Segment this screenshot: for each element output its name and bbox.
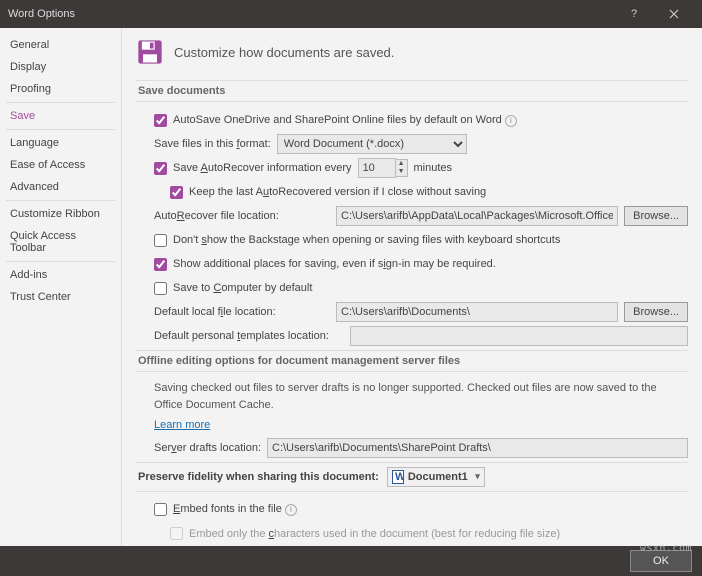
sidebar-item-proofing[interactable]: Proofing bbox=[0, 78, 121, 100]
save-format-label: Save files in this format: bbox=[154, 138, 271, 150]
learn-more-link[interactable]: Learn more bbox=[154, 419, 210, 431]
svg-text:W: W bbox=[395, 471, 404, 483]
default-templates-label: Default personal templates location: bbox=[154, 330, 344, 342]
page-header: Customize how documents are saved. bbox=[136, 38, 688, 66]
autosave-label: AutoSave OneDrive and SharePoint Online … bbox=[173, 114, 517, 127]
autorecover-location-input[interactable] bbox=[336, 206, 618, 226]
autosave-checkbox[interactable] bbox=[154, 114, 167, 127]
sidebar-separator bbox=[6, 102, 115, 103]
show-additional-checkbox[interactable] bbox=[154, 258, 167, 271]
sidebar-item-language[interactable]: Language bbox=[0, 132, 121, 154]
page-title: Customize how documents are saved. bbox=[174, 45, 394, 60]
sidebar-item-customize-ribbon[interactable]: Customize Ribbon bbox=[0, 203, 121, 225]
watermark: wsxn.com bbox=[640, 543, 692, 554]
dont-show-backstage-checkbox[interactable] bbox=[154, 234, 167, 247]
server-drafts-input[interactable] bbox=[267, 438, 688, 458]
preserve-fidelity-label: Preserve fidelity when sharing this docu… bbox=[138, 471, 379, 483]
sidebar-separator bbox=[6, 129, 115, 130]
document-select-value: Document1 bbox=[408, 471, 468, 483]
sidebar-item-add-ins[interactable]: Add-ins bbox=[0, 264, 121, 286]
section-preserve-fidelity: Preserve fidelity when sharing this docu… bbox=[136, 462, 688, 492]
default-local-location-label: Default local file location: bbox=[154, 306, 330, 318]
browse-autorecover-button[interactable]: Browse... bbox=[624, 206, 688, 226]
sidebar-item-display[interactable]: Display bbox=[0, 56, 121, 78]
content-panel: Customize how documents are saved. Save … bbox=[122, 28, 702, 546]
close-icon bbox=[669, 9, 679, 19]
sidebar-item-save[interactable]: Save bbox=[0, 105, 121, 127]
dialog-footer: OK bbox=[0, 546, 702, 576]
server-drafts-label: Server drafts location: bbox=[154, 442, 261, 454]
close-button[interactable] bbox=[654, 0, 694, 28]
word-doc-icon: W bbox=[392, 470, 404, 484]
chevron-up-icon[interactable]: ▲ bbox=[396, 160, 407, 168]
embed-fonts-checkbox[interactable] bbox=[154, 503, 167, 516]
browse-local-button[interactable]: Browse... bbox=[624, 302, 688, 322]
autorecover-minutes-spinner[interactable]: ▲▼ bbox=[358, 158, 408, 178]
sidebar-separator bbox=[6, 200, 115, 201]
sidebar-item-trust-center[interactable]: Trust Center bbox=[0, 286, 121, 308]
autorecover-minutes-input[interactable] bbox=[358, 158, 396, 178]
default-local-location-input[interactable] bbox=[336, 302, 618, 322]
sidebar-item-advanced[interactable]: Advanced bbox=[0, 176, 121, 198]
dont-show-backstage-label: Don't show the Backstage when opening or… bbox=[173, 234, 560, 246]
autorecover-checkbox[interactable] bbox=[154, 162, 167, 175]
embed-only-characters-label: Embed only the characters used in the do… bbox=[189, 528, 560, 540]
autorecover-label: Save AutoRecover information every bbox=[173, 162, 352, 174]
autorecover-location-label: AutoRecover file location: bbox=[154, 210, 330, 222]
embed-fonts-label: Embed fonts in the file i bbox=[173, 503, 297, 516]
sidebar-item-quick-access-toolbar[interactable]: Quick Access Toolbar bbox=[0, 225, 121, 259]
minutes-label: minutes bbox=[414, 162, 453, 174]
chevron-down-icon[interactable]: ▼ bbox=[396, 168, 407, 176]
sidebar-item-general[interactable]: General bbox=[0, 34, 121, 56]
info-icon[interactable]: i bbox=[285, 504, 297, 516]
help-button[interactable]: ? bbox=[614, 0, 654, 28]
sidebar-item-ease-of-access[interactable]: Ease of Access bbox=[0, 154, 121, 176]
titlebar: Word Options ? bbox=[0, 0, 702, 28]
document-select[interactable]: W Document1 bbox=[387, 467, 485, 487]
sidebar-separator bbox=[6, 261, 115, 262]
info-icon[interactable]: i bbox=[505, 115, 517, 127]
section-save-documents: Save documents bbox=[136, 80, 688, 102]
save-icon bbox=[136, 38, 164, 66]
show-additional-label: Show additional places for saving, even … bbox=[173, 258, 496, 270]
default-templates-input[interactable] bbox=[350, 326, 688, 346]
offline-note: Saving checked out files to server draft… bbox=[154, 380, 688, 413]
save-to-computer-label: Save to Computer by default bbox=[173, 282, 312, 294]
embed-only-characters-checkbox bbox=[170, 527, 183, 540]
keep-last-checkbox[interactable] bbox=[170, 186, 183, 199]
sidebar: General Display Proofing Save Language E… bbox=[0, 28, 122, 546]
save-to-computer-checkbox[interactable] bbox=[154, 282, 167, 295]
save-format-select[interactable]: Word Document (*.docx) bbox=[277, 134, 467, 154]
section-offline-editing: Offline editing options for document man… bbox=[136, 350, 688, 372]
window-title: Word Options bbox=[8, 8, 614, 20]
keep-last-label: Keep the last AutoRecovered version if I… bbox=[189, 186, 486, 198]
